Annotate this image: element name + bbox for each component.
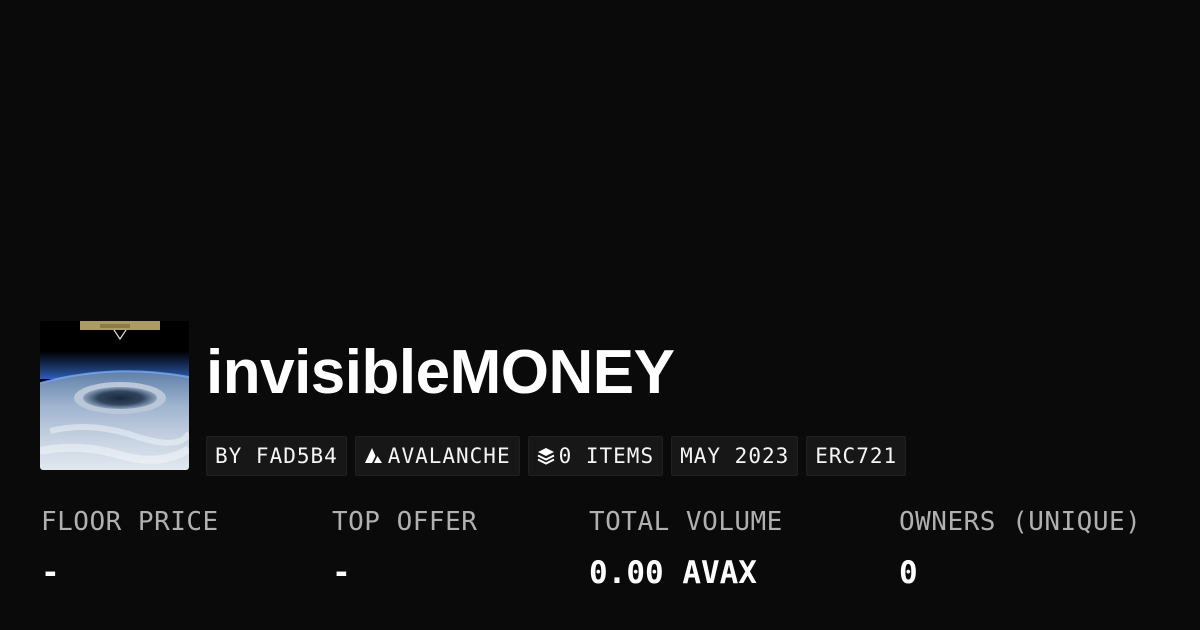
collection-info: invisibleMONEY BY FAD5B4 AVALANCHE 0 ITE…: [206, 321, 907, 476]
owners-label: OWNERS (UNIQUE): [899, 507, 1142, 537]
collection-tags: BY FAD5B4 AVALANCHE 0 ITEMS MAY 2023 ERC…: [206, 436, 907, 476]
collection-image[interactable]: [40, 321, 189, 470]
top-offer-label: TOP OFFER: [332, 507, 478, 537]
layers-icon: [537, 447, 555, 465]
collection-stats: FLOOR PRICE - TOP OFFER - TOTAL VOLUME 0…: [41, 505, 1181, 605]
creator-tag-label: BY FAD5B4: [215, 444, 338, 468]
floor-price-value: -: [41, 555, 60, 591]
items-tag-label: 0 ITEMS: [558, 444, 655, 468]
creator-tag[interactable]: BY FAD5B4: [206, 436, 347, 476]
floor-price-stat: FLOOR PRICE -: [41, 505, 219, 591]
avalanche-icon: [364, 447, 384, 465]
total-volume-label: TOTAL VOLUME: [589, 507, 783, 537]
standard-tag-label: ERC721: [815, 444, 898, 468]
collection-header: invisibleMONEY BY FAD5B4 AVALANCHE 0 ITE…: [40, 321, 907, 476]
total-volume-value: 0.00 AVAX: [589, 555, 757, 591]
owners-value: 0: [899, 555, 918, 591]
floor-price-label: FLOOR PRICE: [41, 507, 219, 537]
earth-crater-image: [40, 321, 189, 470]
items-tag[interactable]: 0 ITEMS: [527, 436, 664, 476]
standard-tag: ERC721: [806, 436, 907, 476]
total-volume-stat: TOTAL VOLUME 0.00 AVAX: [589, 505, 783, 591]
top-offer-stat: TOP OFFER -: [332, 505, 477, 591]
date-tag: MAY 2023: [671, 436, 799, 476]
chain-tag[interactable]: AVALANCHE: [354, 436, 520, 476]
top-offer-value: -: [332, 555, 351, 591]
owners-stat: OWNERS (UNIQUE) 0: [899, 505, 1141, 591]
collection-title: invisibleMONEY: [206, 338, 675, 407]
date-tag-label: MAY 2023: [680, 444, 790, 468]
chain-tag-label: AVALANCHE: [387, 444, 511, 468]
